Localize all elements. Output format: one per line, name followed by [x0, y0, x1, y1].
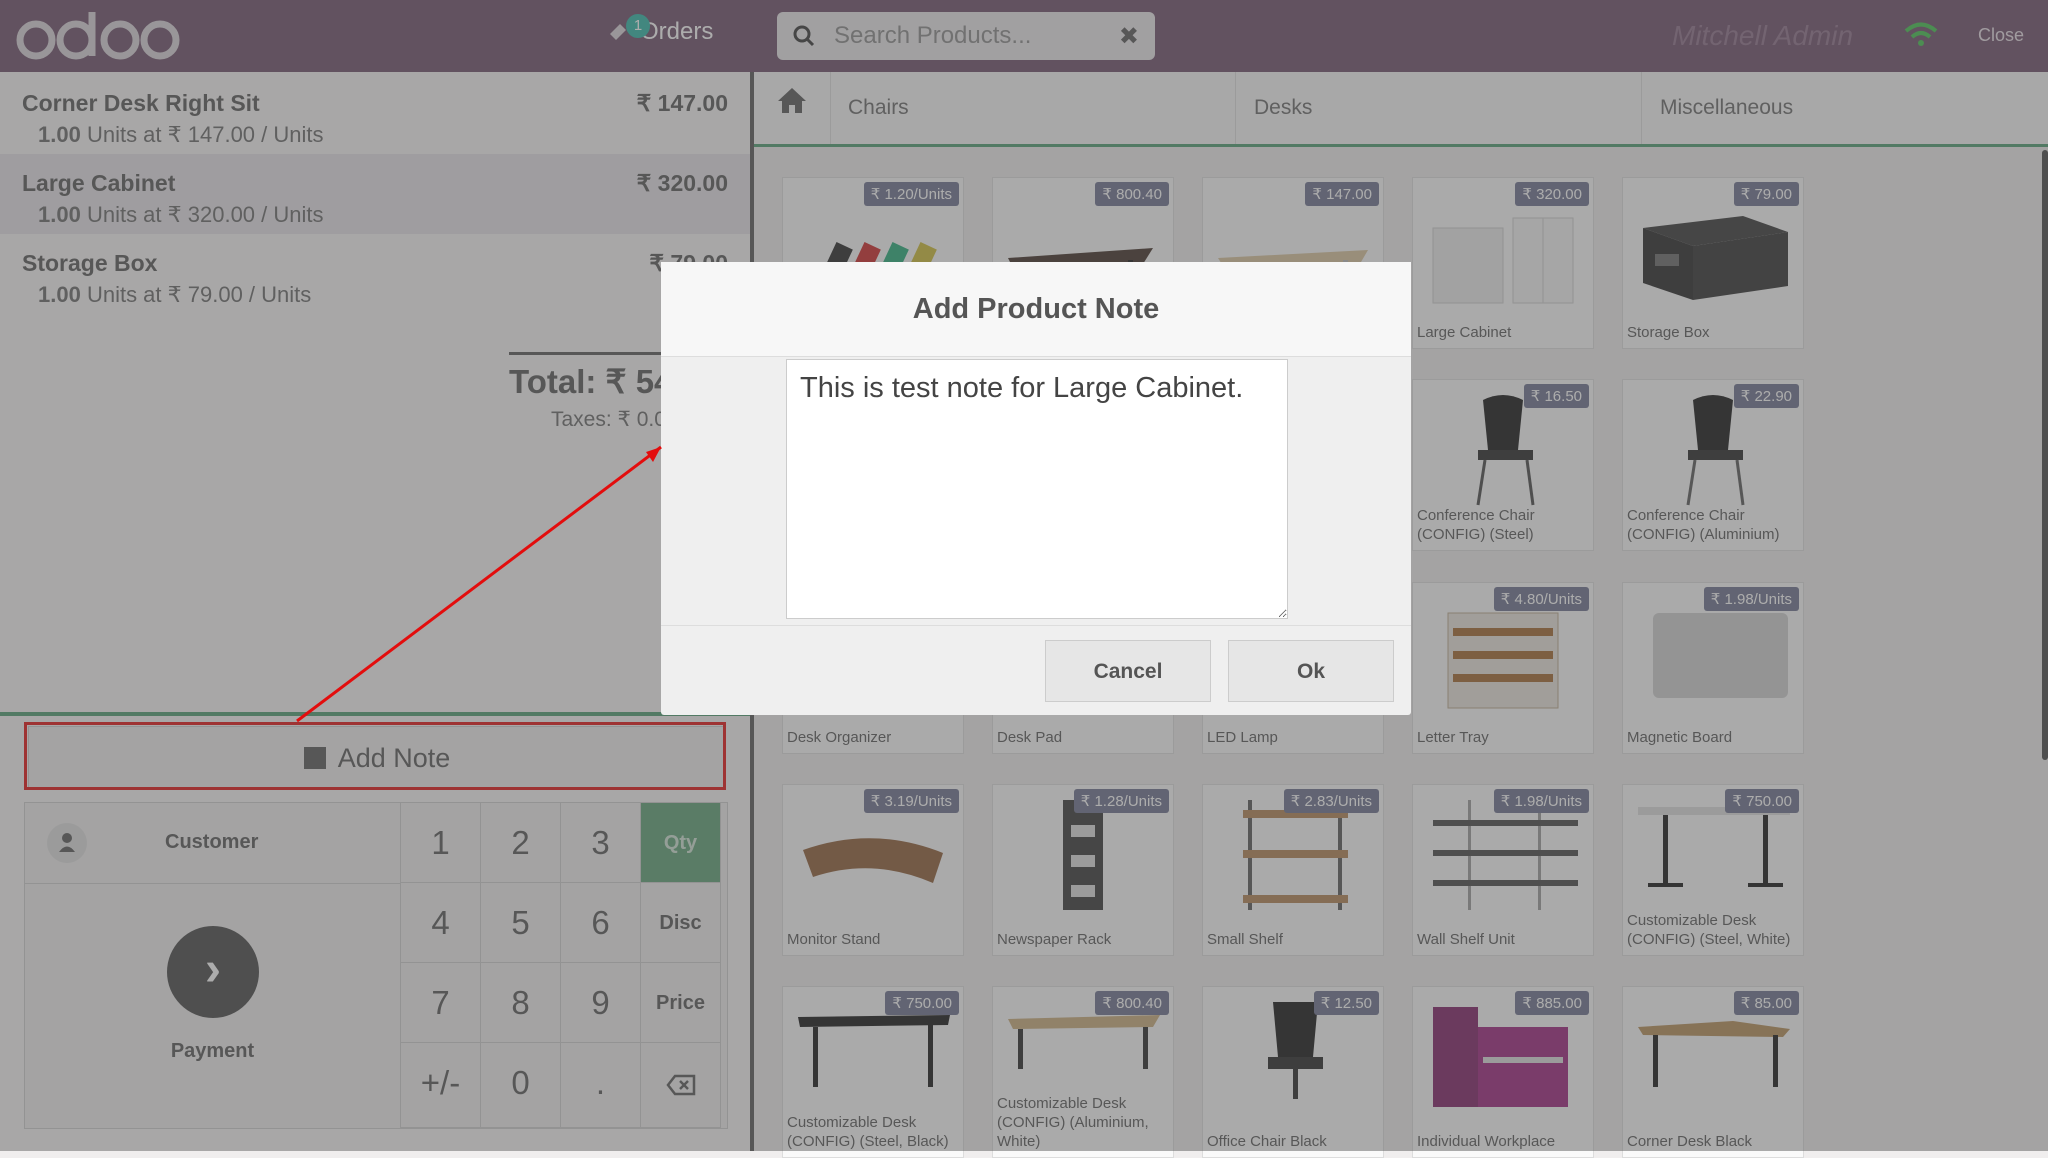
cancel-button[interactable]: Cancel: [1045, 640, 1211, 702]
add-product-note-dialog: Add Product Note This is test note for L…: [661, 262, 1411, 715]
product-note-textarea[interactable]: This is test note for Large Cabinet.: [786, 359, 1288, 619]
dialog-footer-divider: [661, 625, 1411, 626]
ok-button[interactable]: Ok: [1228, 640, 1394, 702]
dialog-title: Add Product Note: [661, 262, 1411, 357]
